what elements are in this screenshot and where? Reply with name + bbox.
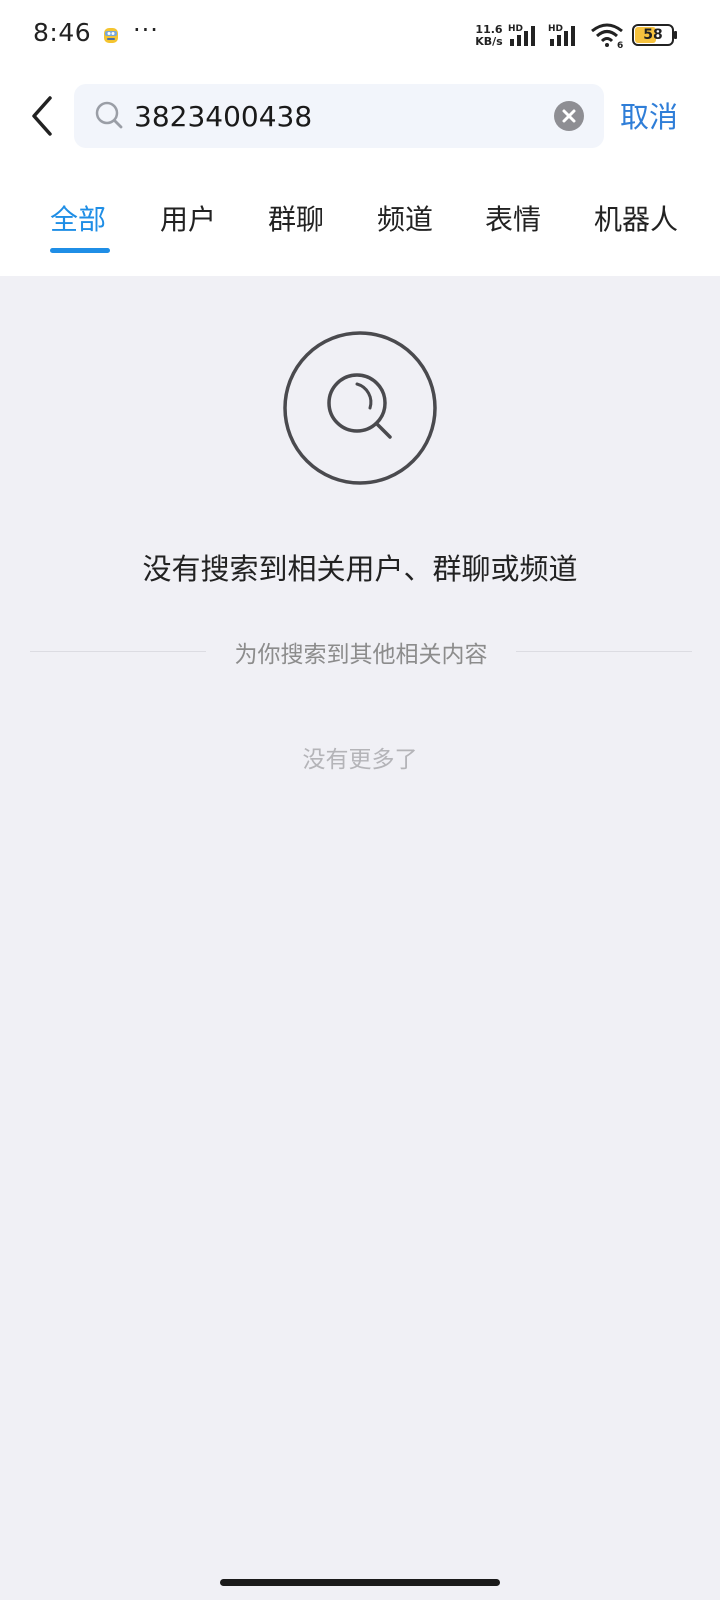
- no-results-title: 没有搜索到相关用户、群聊或频道: [142, 552, 578, 586]
- search-box[interactable]: [74, 84, 604, 148]
- tab-users[interactable]: 用户: [160, 198, 216, 238]
- wifi-band-label: 6: [617, 41, 623, 48]
- more-notifications-icon: ···: [133, 16, 159, 44]
- search-icon: [95, 101, 123, 129]
- cellular-signal-icon-2: HD: [548, 24, 575, 46]
- related-content-label: 为你搜索到其他相关内容: [234, 642, 488, 668]
- divider-left: [30, 651, 206, 652]
- app-notification-icon: [104, 28, 118, 43]
- network-speed: 11.6 KB/s: [472, 24, 506, 48]
- cancel-button[interactable]: 取消: [620, 94, 678, 136]
- status-time: 8:46: [33, 18, 92, 47]
- clear-search-button[interactable]: [554, 101, 584, 131]
- cellular-signal-icon: HD: [508, 24, 535, 46]
- active-tab-indicator: [50, 248, 110, 253]
- tab-all[interactable]: 全部: [50, 198, 106, 238]
- home-indicator[interactable]: [220, 1579, 500, 1586]
- search-input[interactable]: [134, 92, 534, 140]
- status-bar: 8:46 ··· 11.6 KB/s HD HD 6 58: [0, 0, 720, 72]
- no-more-label: 没有更多了: [302, 747, 418, 773]
- tab-group-chats[interactable]: 群聊: [268, 198, 324, 238]
- divider-right: [516, 651, 692, 652]
- tab-bots[interactable]: 机器人: [594, 198, 678, 238]
- battery-level: 58: [643, 27, 663, 43]
- tab-stickers[interactable]: 表情: [485, 198, 541, 238]
- signal-hd-label-2: HD: [548, 24, 563, 34]
- back-button[interactable]: [22, 92, 62, 142]
- wifi-icon: 6: [591, 23, 623, 48]
- tab-channels[interactable]: 频道: [377, 198, 433, 238]
- network-speed-unit: KB/s: [475, 35, 503, 48]
- no-results-search-icon: [283, 331, 437, 485]
- signal-hd-label: HD: [508, 24, 523, 34]
